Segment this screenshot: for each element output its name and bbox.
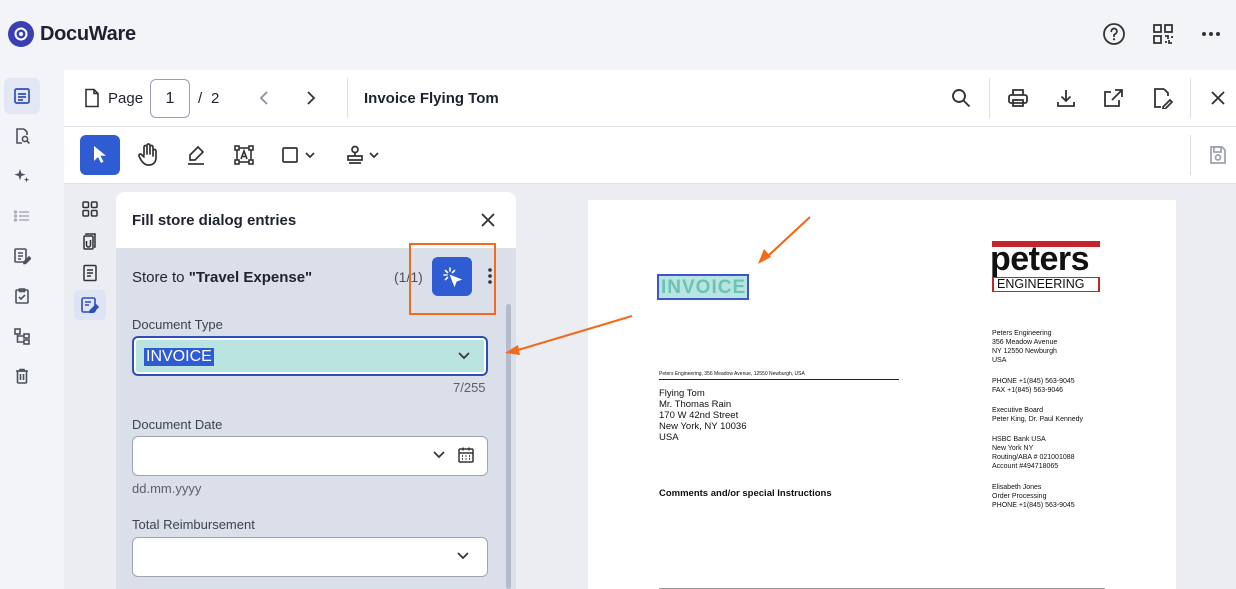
arrow-to-document-type-field <box>505 314 633 355</box>
arrow-to-invoice-heading <box>758 216 811 264</box>
annotation-arrows <box>505 216 811 355</box>
